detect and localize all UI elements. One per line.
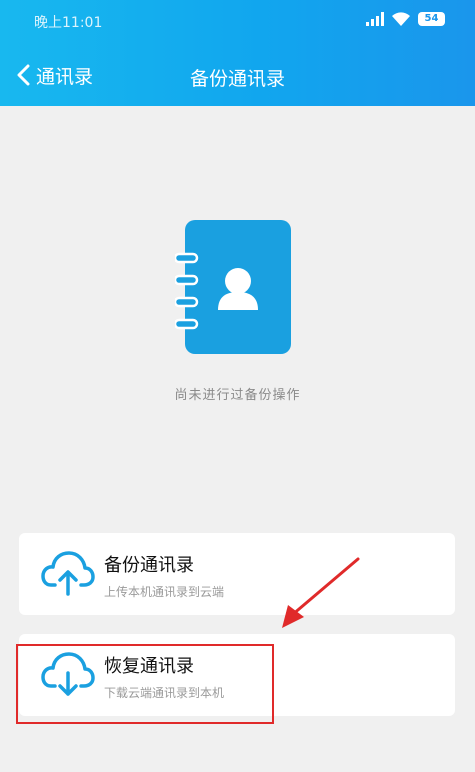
battery-icon: 54 <box>418 12 445 26</box>
nav-bar: 通讯录 备份通讯录 <box>0 50 475 100</box>
annotation-highlight-box <box>16 644 274 724</box>
annotation-arrow-icon <box>282 557 360 628</box>
wifi-icon <box>392 12 410 26</box>
backup-contacts-card[interactable]: 备份通讯录 上传本机通讯录到云端 <box>19 533 455 615</box>
backup-title: 备份通讯录 <box>104 555 194 576</box>
backup-subtitle: 上传本机通讯录到云端 <box>104 585 225 599</box>
app-header: 晚上11:01 54 通讯录 备份通讯录 <box>0 0 475 106</box>
contact-book-icon <box>175 220 291 354</box>
empty-state-message: 尚未进行过备份操作 <box>174 388 301 403</box>
cloud-upload-icon <box>41 551 95 596</box>
page-title: 备份通讯录 <box>189 68 285 90</box>
signal-icon <box>366 12 384 26</box>
status-bar: 晚上11:01 54 <box>0 0 475 40</box>
status-time: 晚上11:01 <box>34 15 103 31</box>
